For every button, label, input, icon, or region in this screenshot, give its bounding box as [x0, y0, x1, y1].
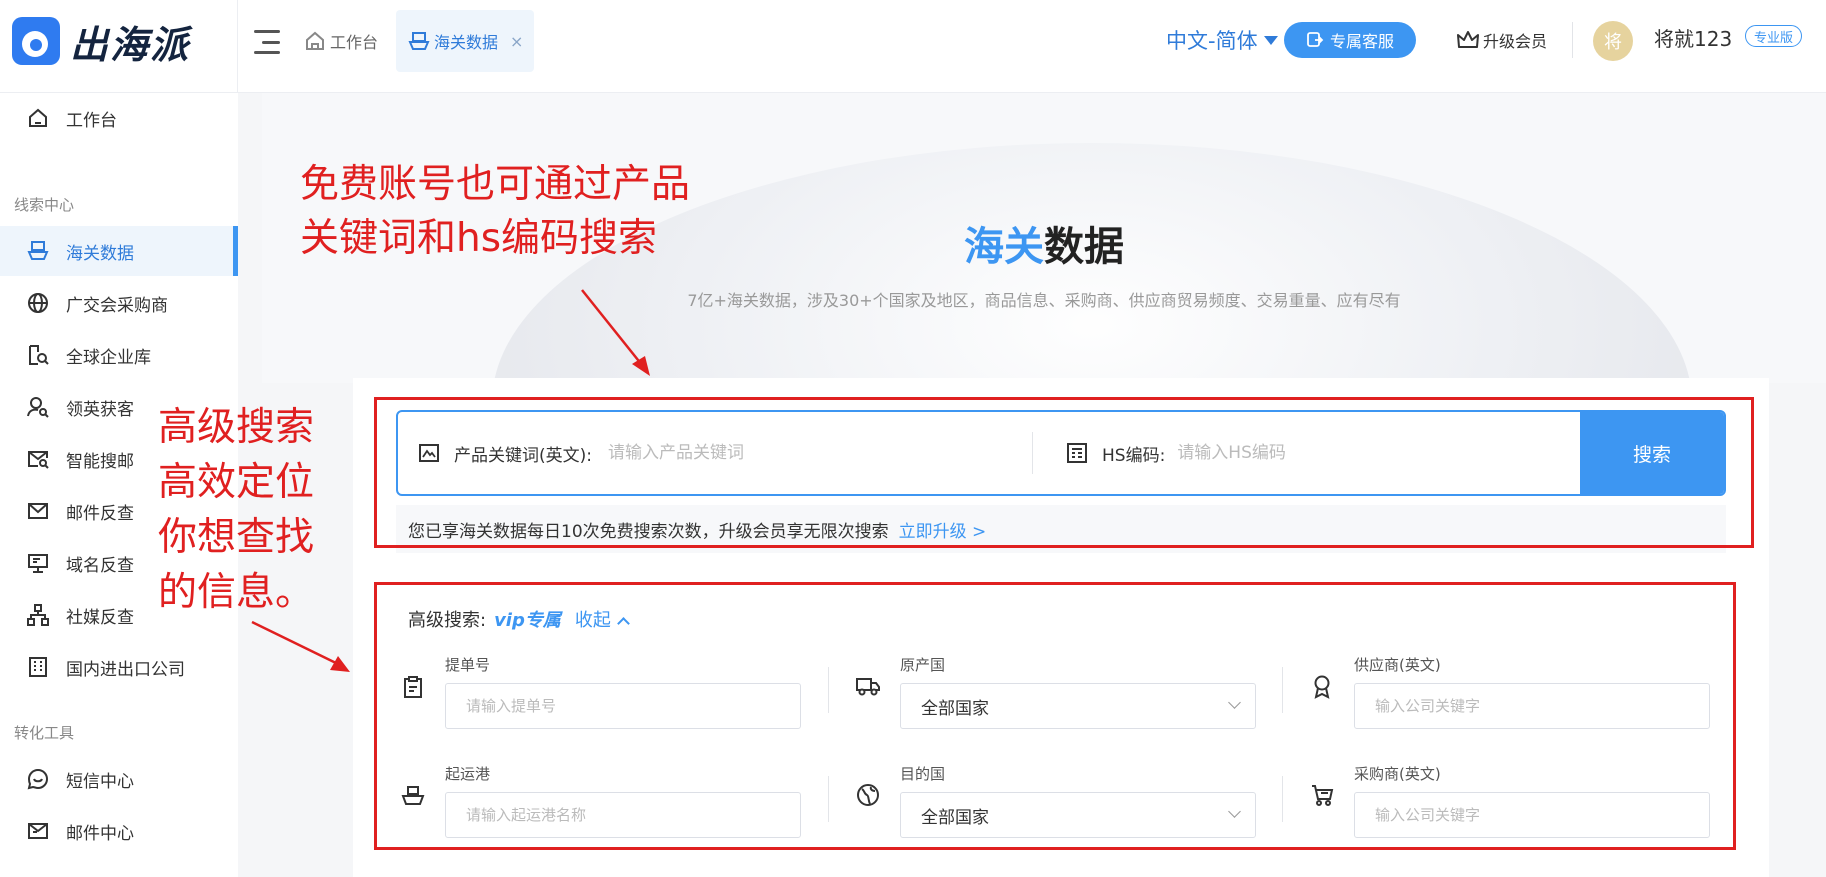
annotation-line: 免费账号也可通过产品 [300, 162, 691, 207]
language-selector[interactable]: 中文-简体 [1166, 25, 1278, 55]
sidebar-item-label: 社媒反查 [66, 607, 134, 628]
annotation-line: 的信息。 [158, 570, 315, 615]
service-label: 专属客服 [1329, 32, 1394, 51]
annotation-line: 高效定位 [158, 460, 315, 505]
tab-workbench[interactable]: 工作台 [304, 10, 378, 72]
sidebar-item-canton-fair-buyers[interactable]: 广交会采购商 [0, 278, 238, 328]
network-icon [27, 604, 49, 626]
sidebar-item-customs-data[interactable]: 海关数据 [0, 226, 238, 276]
title-highlight: 海关 [964, 224, 1044, 270]
divider [1572, 22, 1573, 58]
company-search-icon [29, 345, 49, 365]
logo-text: 出海派 [70, 22, 191, 67]
sidebar-item-workbench[interactable]: 工作台 [0, 93, 238, 143]
customer-service-button[interactable]: 专属客服 [1284, 22, 1416, 58]
send-mail-icon [28, 823, 48, 839]
menu-toggle-icon[interactable] [254, 30, 280, 54]
mail-search-icon [28, 451, 49, 469]
sidebar-item-label: 邮件反查 [66, 503, 134, 524]
sidebar-item-global-companies[interactable]: 全球企业库 [0, 330, 238, 380]
tab-customs-data[interactable]: 海关数据 × [396, 10, 534, 72]
section-title-leads: 线索中心 [14, 196, 75, 214]
sidebar-item-label: 工作台 [66, 110, 117, 131]
chat-icon [27, 768, 49, 790]
service-icon [1307, 32, 1324, 47]
sidebar-item-label: 海关数据 [66, 243, 134, 264]
sidebar-item-label: 广交会采购商 [66, 295, 168, 316]
username[interactable]: 将就123 [1654, 23, 1732, 52]
monitor-icon [28, 554, 48, 573]
sidebar-item-label: 域名反查 [66, 555, 134, 576]
annotation-line: 你想查找 [158, 515, 315, 560]
ship-icon [408, 32, 430, 50]
tab-label: 海关数据 [434, 33, 499, 52]
tab-label: 工作台 [330, 33, 379, 52]
ship-icon [27, 241, 49, 260]
app-logo[interactable]: 出海派 [12, 16, 191, 67]
building-icon [29, 657, 47, 677]
upgrade-label: 升级会员 [1483, 32, 1548, 51]
home-icon [29, 108, 47, 127]
edition-badge: 专业版 [1745, 25, 1803, 47]
annotation-line: 关键词和hs编码搜索 [300, 216, 658, 261]
highlight-box-search [374, 397, 1754, 548]
annotation-top-note: 免费账号也可通过产品 关键词和hs编码搜索 [300, 158, 690, 266]
sidebar-item-label: 智能搜邮 [66, 451, 134, 472]
sidebar-item-mail-center[interactable]: 邮件中心 [0, 806, 238, 856]
sidebar-item-label: 邮件中心 [66, 823, 134, 844]
sidebar-item-label: 短信中心 [66, 771, 134, 792]
sidebar-item-domestic-trade-companies[interactable]: 国内进出口公司 [0, 642, 238, 692]
annotation-side-note: 高级搜索 高效定位 你想查找 的信息。 [158, 400, 314, 620]
sidebar-item-sms-center[interactable]: 短信中心 [0, 754, 238, 804]
caret-down-icon [1263, 35, 1278, 45]
sidebar-item-label: 领英获客 [66, 399, 134, 420]
user-search-icon [27, 397, 49, 418]
annotation-line: 高级搜索 [158, 405, 315, 450]
upgrade-membership-link[interactable]: 升级会员 [1456, 28, 1547, 52]
globe-icon [28, 293, 48, 313]
highlight-box-advanced [374, 582, 1736, 850]
divider [237, 0, 238, 93]
sidebar-item-label: 国内进出口公司 [66, 659, 185, 680]
home-icon [306, 31, 324, 50]
avatar[interactable]: 将 [1593, 21, 1633, 61]
logo-mark-icon [12, 17, 60, 65]
section-title-tools: 转化工具 [14, 724, 75, 742]
language-label: 中文-简体 [1166, 29, 1258, 53]
mail-icon [28, 503, 48, 519]
sidebar-item-label: 全球企业库 [66, 347, 151, 368]
arrow-to-advanced [251, 620, 350, 672]
top-bar: 出海派 工作台 海关数据 × 中文-简体 专属客服 升级会员 将 将就123 专… [0, 0, 1826, 93]
page-subtitle: 7亿+海关数据，涉及30+个国家及地区，商品信息、采购商、供应商贸易频度、交易重… [687, 291, 1401, 310]
title-rest: 数据 [1044, 224, 1124, 270]
crown-icon [1457, 31, 1479, 48]
close-icon[interactable]: × [510, 32, 523, 51]
